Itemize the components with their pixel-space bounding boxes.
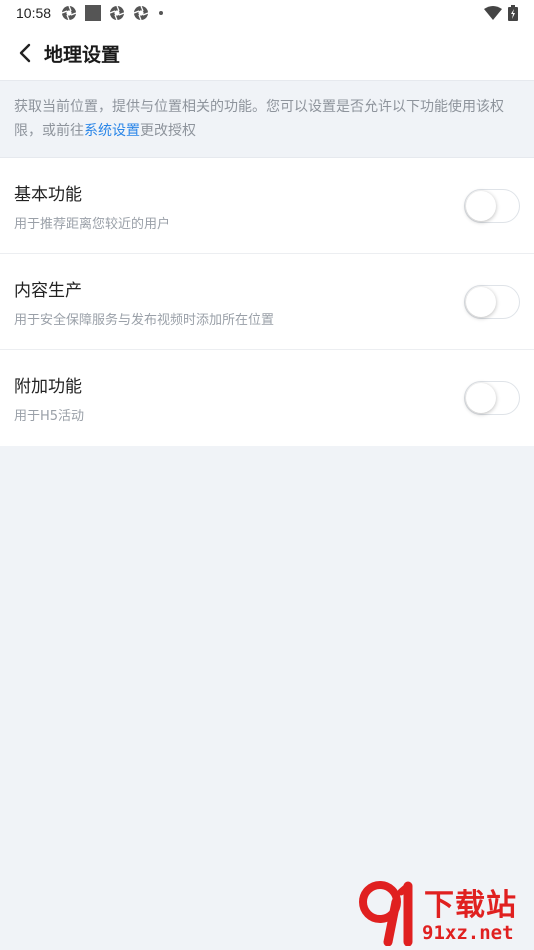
setting-title: 内容生产: [14, 280, 82, 301]
setting-title: 基本功能: [14, 184, 82, 205]
basic-function-toggle[interactable]: [464, 188, 520, 223]
battery-charging-icon: [508, 5, 518, 21]
setting-text: 基本功能 用于推荐距离您较近的用户: [14, 180, 170, 232]
system-settings-link[interactable]: 系统设置: [84, 123, 140, 139]
wifi-icon: [484, 6, 502, 20]
status-time: 10:58: [16, 5, 52, 21]
setting-row-extra: 附加功能 用于H5活动: [0, 350, 534, 446]
more-notifications-dot-icon: [159, 11, 164, 15]
notice-text-end: 更改授权: [140, 123, 196, 139]
aperture-icon: [133, 5, 149, 21]
setting-description: 用于安全保障服务与发布视频时添加所在位置: [14, 312, 275, 328]
toggle-knob: [466, 383, 496, 413]
setting-text: 内容生产 用于安全保障服务与发布视频时添加所在位置: [14, 276, 274, 328]
square-icon: [85, 5, 102, 21]
back-button[interactable]: [12, 40, 38, 66]
setting-description: 用于推荐距离您较近的用户: [14, 216, 171, 232]
toggle-knob: [466, 190, 496, 221]
page-title: 地理设置: [44, 43, 121, 66]
watermark-logo: 下载站 91xz.net: [358, 878, 528, 948]
setting-description: 用于H5活动: [14, 409, 85, 424]
chevron-left-icon: [19, 43, 31, 63]
watermark-91-icon: [359, 881, 413, 946]
notification-icons: [61, 5, 165, 21]
setting-row-basic: 基本功能 用于推荐距离您较近的用户: [0, 158, 534, 254]
toggle-knob: [466, 286, 496, 317]
status-bar: 10:58: [0, 0, 534, 26]
watermark-title: 下载站: [424, 888, 517, 923]
setting-row-content: 内容生产 用于安全保障服务与发布视频时添加所在位置: [0, 254, 534, 350]
setting-text: 附加功能 用于H5活动: [14, 372, 84, 424]
app-header: 地理设置: [0, 26, 534, 81]
status-right: [484, 5, 518, 21]
aperture-icon: [109, 5, 125, 21]
watermark-domain: 91xz.net: [422, 922, 514, 944]
settings-list: 基本功能 用于推荐距离您较近的用户 内容生产 用于安全保障服务与发布视频时添加所…: [0, 158, 534, 446]
setting-title: 附加功能: [14, 377, 82, 397]
permission-notice: 获取当前位置，提供与位置相关的功能。您可以设置是否允许以下功能使用该权限，或前往…: [0, 81, 534, 158]
content-production-toggle[interactable]: [464, 284, 520, 319]
status-left: 10:58: [16, 5, 165, 21]
extra-function-toggle[interactable]: [464, 381, 520, 415]
aperture-icon: [61, 5, 77, 21]
